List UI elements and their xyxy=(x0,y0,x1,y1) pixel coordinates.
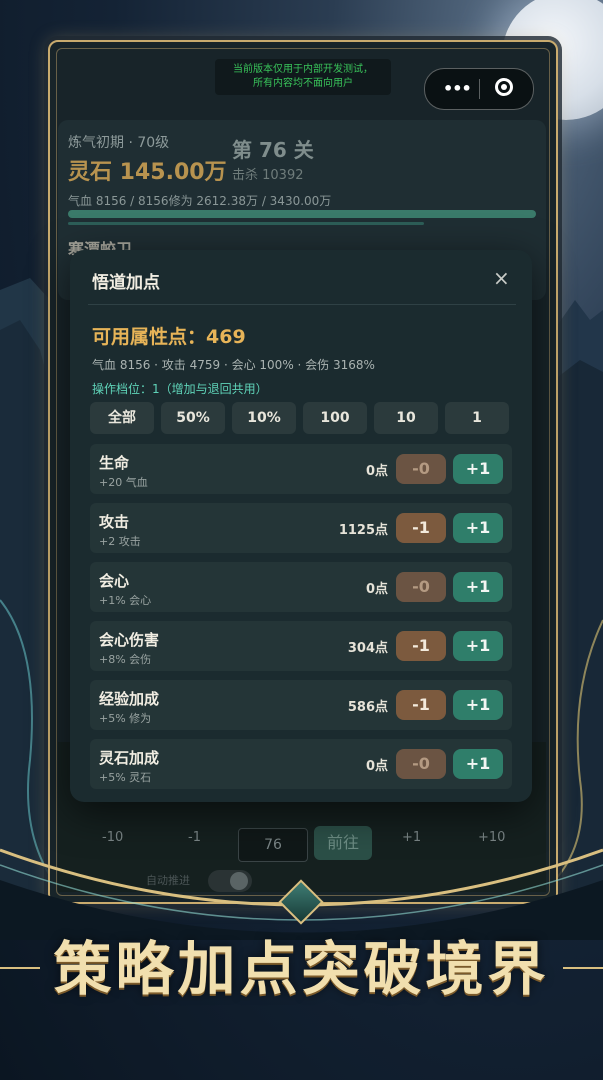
increase-button[interactable]: +1 xyxy=(453,690,503,720)
decrease-button[interactable]: -0 xyxy=(396,749,446,779)
attribute-name: 灵石加成 xyxy=(99,749,160,767)
dev-notice-line1: 当前版本仅用于内部开发测试， xyxy=(233,64,373,75)
modal-divider xyxy=(88,304,516,305)
step-100-button[interactable]: 100 xyxy=(303,402,367,434)
decrease-button[interactable]: -1 xyxy=(396,690,446,720)
attribute-effect: +2 攻击 xyxy=(99,535,141,548)
target-icon[interactable] xyxy=(495,78,513,96)
attribute-row-exp-bonus: 经验加成 +5% 修为 586点 -1 +1 xyxy=(90,680,512,730)
available-points: 可用属性点：469 xyxy=(92,326,246,348)
attribute-effect: +8% 会伤 xyxy=(99,653,152,666)
step-10pct-button[interactable]: 10% xyxy=(232,402,296,434)
promo-banner: 策略加点突破境界 xyxy=(53,935,550,1003)
attribute-effect: +5% 修为 xyxy=(99,712,152,725)
decrease-button[interactable]: -1 xyxy=(396,631,446,661)
attribute-points: 0点 xyxy=(365,464,388,479)
more-dots-icon[interactable]: ••• xyxy=(443,79,472,98)
hp-cultivation-stats: 气血 8156 / 8156修为 2612.38万 / 3430.00万 xyxy=(68,194,332,208)
attribute-name: 会心伤害 xyxy=(99,631,160,649)
attribute-row-crit: 会心 +1% 会心 0点 -0 +1 xyxy=(90,562,512,612)
hp-bar xyxy=(68,210,536,218)
increase-button[interactable]: +1 xyxy=(453,572,503,602)
increase-button[interactable]: +1 xyxy=(453,749,503,779)
step-50pct-button[interactable]: 50% xyxy=(161,402,225,434)
realm-label: 炼气初期 · 70级 xyxy=(68,135,170,151)
stage-label: 第 76 关 xyxy=(232,138,314,162)
attribute-points: 1125点 xyxy=(338,523,388,538)
attribute-points: 0点 xyxy=(365,759,388,774)
step-10-button[interactable]: 10 xyxy=(374,402,438,434)
attribute-name: 攻击 xyxy=(99,513,130,531)
close-icon[interactable]: × xyxy=(493,266,510,290)
attribute-row-crit-damage: 会心伤害 +8% 会伤 304点 -1 +1 xyxy=(90,621,512,671)
dev-notice: 当前版本仅用于内部开发测试， 所有内容均不面向用户 xyxy=(215,59,391,95)
decrease-button[interactable]: -1 xyxy=(396,513,446,543)
cultivation-bar xyxy=(68,222,424,225)
capsule-divider xyxy=(479,79,480,99)
attribute-effect: +20 气血 xyxy=(99,476,148,489)
miniprogram-capsule: ••• xyxy=(424,68,534,110)
kills-label: 击杀 10392 xyxy=(232,168,304,183)
step-setting: 操作档位：1（增加与退回共用） xyxy=(92,382,268,396)
decrease-button[interactable]: -0 xyxy=(396,454,446,484)
increase-button[interactable]: +1 xyxy=(453,631,503,661)
decrease-button[interactable]: -0 xyxy=(396,572,446,602)
attribute-points: 586点 xyxy=(347,700,388,715)
attribute-points: 0点 xyxy=(365,582,388,597)
step-all-button[interactable]: 全部 xyxy=(90,402,154,434)
modal-title: 悟道加点 xyxy=(92,273,160,293)
attribute-name: 会心 xyxy=(99,572,130,590)
increase-button[interactable]: +1 xyxy=(453,454,503,484)
attribute-points: 304点 xyxy=(347,641,388,656)
attribute-row-life: 生命 +20 气血 0点 -0 +1 xyxy=(90,444,512,494)
increase-button[interactable]: +1 xyxy=(453,513,503,543)
dev-notice-line2: 所有内容均不面向用户 xyxy=(253,78,353,89)
attribute-row-attack: 攻击 +2 攻击 1125点 -1 +1 xyxy=(90,503,512,553)
spirit-stone-label: 灵石 145.00万 xyxy=(68,160,227,185)
attribute-effect: +1% 会心 xyxy=(99,594,152,607)
attribute-name: 经验加成 xyxy=(99,690,160,708)
attributes-summary: 气血 8156 · 攻击 4759 · 会心 100% · 会伤 3168% xyxy=(92,358,375,372)
step-1-button[interactable]: 1 xyxy=(445,402,509,434)
stat-allocation-modal: 悟道加点 × 可用属性点：469 气血 8156 · 攻击 4759 · 会心 … xyxy=(70,250,532,802)
attribute-name: 生命 xyxy=(99,454,130,472)
